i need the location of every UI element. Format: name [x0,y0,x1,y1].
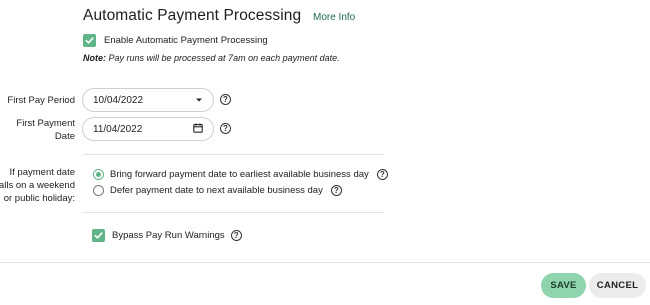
weekend-rule-label: If payment date falls on a weekend or pu… [0,166,75,205]
defer-radio[interactable] [93,185,104,196]
note-text: Pay runs will be processed at 7am on eac… [106,53,340,63]
first-payment-date-label: First Payment Date [16,117,75,143]
radio-option-defer[interactable]: Defer payment date to next available bus… [93,185,342,196]
section-divider [83,154,384,155]
check-icon [85,37,94,44]
page-title: Automatic Payment Processing [83,7,302,24]
weekend-rule-label-line3: or public holiday: [3,193,75,204]
bypass-warnings-row[interactable]: Bypass Pay Run Warnings ? [92,229,242,242]
enable-auto-processing-label: Enable Automatic Payment Processing [104,35,268,46]
weekend-rule-label-line1: If payment date [9,167,75,178]
enable-auto-processing-checkbox[interactable] [83,34,96,47]
chevron-down-icon [195,95,203,106]
defer-label: Defer payment date to next available bus… [110,185,323,196]
footer-divider [0,262,650,263]
save-button[interactable]: SAVE [541,273,586,298]
first-payment-date-help-icon[interactable]: ? [220,123,231,134]
check-icon [94,232,103,239]
radio-option-bring-forward[interactable]: Bring forward payment date to earliest a… [93,169,388,180]
bypass-warnings-help-icon[interactable]: ? [230,230,242,241]
first-payment-date-input[interactable]: 11/04/2022 [82,117,214,141]
processing-note: Note: Pay runs will be processed at 7am … [83,53,340,63]
calendar-icon[interactable] [193,122,203,136]
defer-help-icon[interactable]: ? [330,185,342,196]
more-info-link[interactable]: More Info [313,12,355,23]
first-pay-period-help-icon[interactable]: ? [220,94,231,105]
bypass-warnings-checkbox[interactable] [92,229,105,242]
enable-auto-processing-row[interactable]: Enable Automatic Payment Processing [83,34,268,47]
note-prefix: Note: [83,53,106,63]
first-payment-date-label-line1: First Payment [16,118,75,129]
cancel-button[interactable]: CANCEL [589,273,646,298]
first-pay-period-select[interactable]: 10/04/2022 [82,88,214,112]
first-pay-period-value: 10/04/2022 [93,94,144,106]
first-pay-period-label: First Pay Period [7,95,75,106]
first-payment-date-value: 11/04/2022 [93,123,143,135]
weekend-rule-label-line2: falls on a weekend [0,180,75,191]
bypass-warnings-label: Bypass Pay Run Warnings [112,230,225,241]
first-payment-date-label-line2: Date [54,131,75,142]
section-divider [83,212,384,213]
bring-forward-help-icon[interactable]: ? [376,169,388,180]
bring-forward-label: Bring forward payment date to earliest a… [110,169,369,180]
bring-forward-radio[interactable] [93,169,104,180]
